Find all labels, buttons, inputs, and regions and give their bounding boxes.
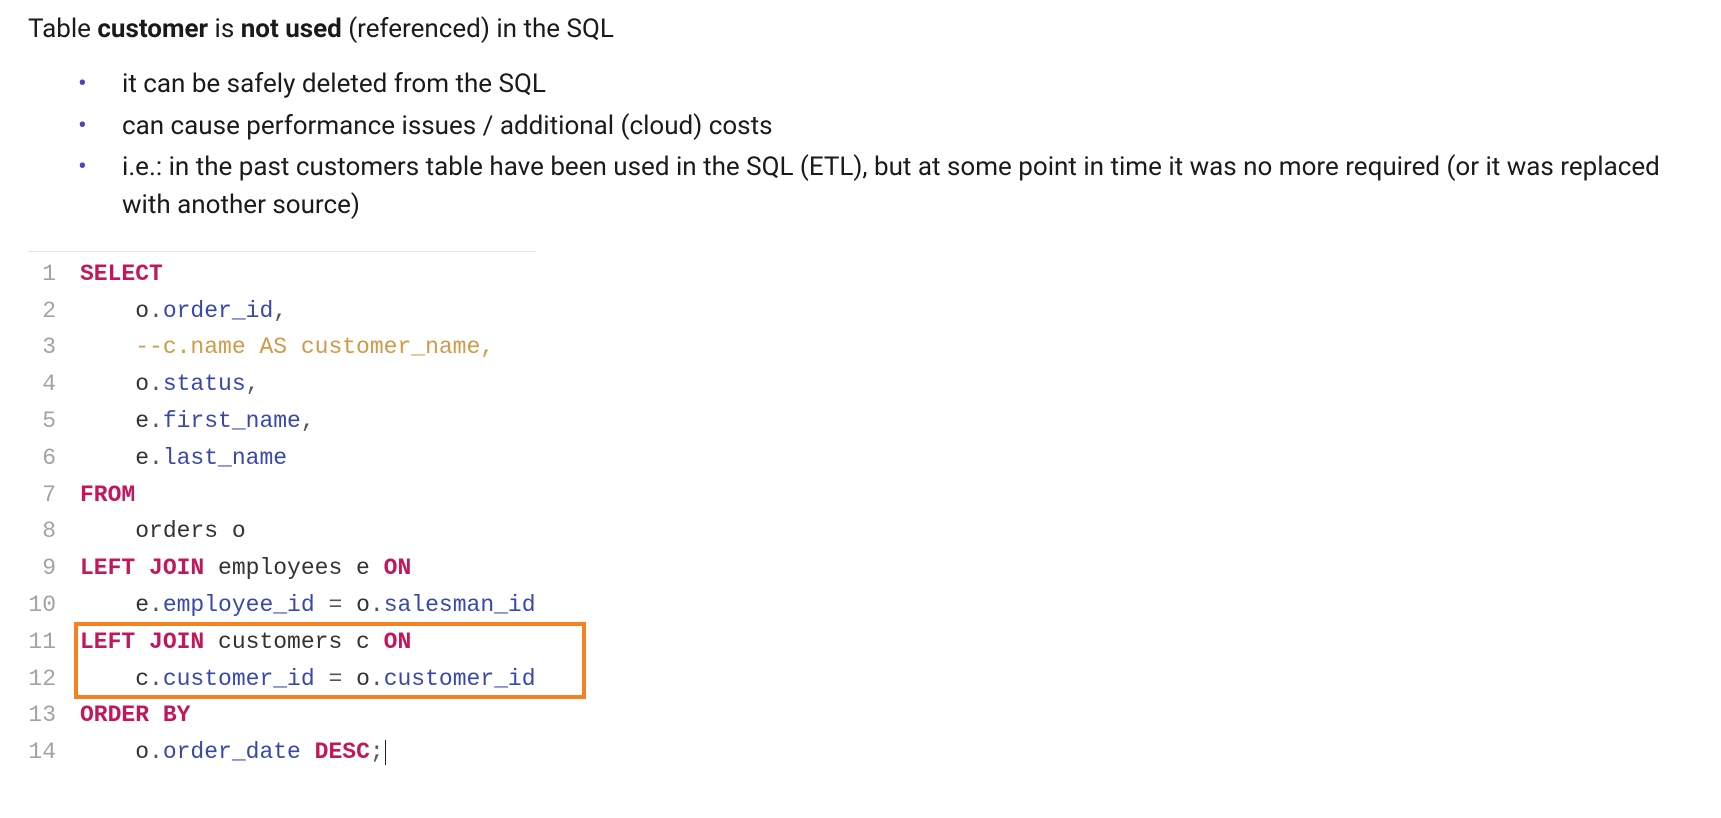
code-line: FROM bbox=[80, 477, 536, 514]
code-line: e.first_name, bbox=[80, 403, 536, 440]
line-number: 4 bbox=[28, 366, 56, 403]
code-line: --c.name AS customer_name, bbox=[80, 329, 536, 366]
line-number: 13 bbox=[28, 697, 56, 734]
line-number: 5 bbox=[28, 403, 56, 440]
line-number: 8 bbox=[28, 513, 56, 550]
code-line: e.employee_id = o.salesman_id bbox=[80, 587, 536, 624]
code-block: 1234567891011121314 SELECT o.order_id, -… bbox=[28, 251, 1693, 771]
line-number: 3 bbox=[28, 329, 56, 366]
list-item: it can be safely deleted from the SQL bbox=[78, 66, 1693, 104]
code-body: SELECT o.order_id, --c.name AS customer_… bbox=[80, 251, 536, 771]
line-number-gutter: 1234567891011121314 bbox=[28, 251, 80, 771]
code-line: o.order_id, bbox=[80, 293, 536, 330]
code-line: ORDER BY bbox=[80, 697, 536, 734]
code-line: o.order_date DESC; bbox=[80, 734, 536, 771]
list-item: i.e.: in the past customers table have b… bbox=[78, 149, 1693, 224]
line-number: 12 bbox=[28, 661, 56, 698]
code-line: c.customer_id = o.customer_id bbox=[80, 661, 536, 698]
text-cursor bbox=[385, 740, 386, 765]
line-number: 10 bbox=[28, 587, 56, 624]
line-number: 1 bbox=[28, 256, 56, 293]
line-number: 2 bbox=[28, 293, 56, 330]
code-line: o.status, bbox=[80, 366, 536, 403]
line-number: 6 bbox=[28, 440, 56, 477]
code-line: LEFT JOIN employees e ON bbox=[80, 550, 536, 587]
intro-mid: is bbox=[208, 14, 241, 44]
line-number: 9 bbox=[28, 550, 56, 587]
intro-bold1: customer bbox=[97, 14, 208, 44]
intro-bold2: not used bbox=[241, 14, 342, 44]
bullet-list: it can be safely deleted from the SQL ca… bbox=[78, 66, 1693, 225]
code-line: orders o bbox=[80, 513, 536, 550]
line-number: 11 bbox=[28, 624, 56, 661]
line-number: 14 bbox=[28, 734, 56, 771]
line-number: 7 bbox=[28, 477, 56, 514]
intro-pre: Table bbox=[28, 14, 97, 44]
intro-text: Table customer is not used (referenced) … bbox=[28, 14, 1693, 44]
code-line: SELECT bbox=[80, 256, 536, 293]
code-line: LEFT JOIN customers c ON bbox=[80, 624, 536, 661]
code-line: e.last_name bbox=[80, 440, 536, 477]
list-item: can cause performance issues / additiona… bbox=[78, 108, 1693, 146]
intro-post: (referenced) in the SQL bbox=[342, 14, 614, 44]
